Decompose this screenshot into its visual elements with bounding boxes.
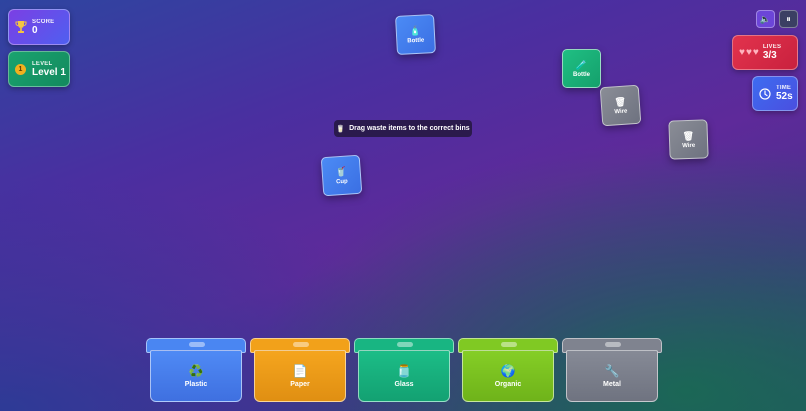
bottle-icon: 🧪 [575, 60, 588, 70]
recycle-icon: ♻️ [188, 364, 204, 378]
clock-icon [759, 87, 771, 100]
cup-icon: 🥛 [336, 125, 346, 133]
instruction-hint: 🥛 Drag waste items to the correct bins [334, 120, 472, 137]
cup-icon: 🥤 [335, 166, 348, 178]
score-value: 0 [32, 24, 38, 36]
lid-handle [189, 342, 205, 347]
bin-paper[interactable]: 📄 Paper [250, 338, 350, 403]
bin-body: 🫙 Glass [358, 350, 450, 402]
time-value: 52s [776, 91, 793, 102]
wire-icon: 🗑 [614, 96, 627, 108]
lid-handle [293, 342, 309, 347]
bin-metal[interactable]: 🔧 Metal [562, 338, 662, 403]
waste-item-bottle[interactable]: 🧴 Bottle [395, 14, 436, 55]
bin-label: Plastic [184, 381, 208, 388]
level-label: LEVEL [32, 60, 53, 67]
pause-button[interactable]: ⏸ [779, 10, 798, 28]
bin-organic[interactable]: 🌍 Organic [458, 338, 558, 403]
bin-body: ♻️ Plastic [150, 350, 242, 402]
score-label: SCORE [32, 18, 55, 25]
waste-item-cup[interactable]: 🥤 Cup [320, 154, 363, 197]
bin-body: 🔧 Metal [566, 350, 658, 402]
bottle-icon: 🧴 [409, 25, 422, 37]
waste-item-label: Wire [682, 142, 696, 150]
lid-handle [605, 342, 621, 347]
bin-body: 🌍 Organic [462, 350, 554, 402]
bin-label: Metal [603, 381, 621, 388]
waste-item-wire[interactable]: 🗑 Wire [599, 84, 642, 127]
waste-item-label: Bottle [407, 37, 425, 45]
time-panel: TIME 52s [752, 76, 798, 111]
lives-panel: ♥ ♥ ♥ LIVES 3/3 [732, 35, 798, 70]
bin-label: Organic [494, 381, 522, 388]
waste-item-wire[interactable]: 🗑 Wire [668, 119, 709, 160]
heart-icon: ♥ [739, 46, 745, 58]
lid-handle [397, 342, 413, 347]
sound-toggle-button[interactable]: 🔈 [756, 10, 775, 28]
lives-label: LIVES [762, 44, 782, 50]
lid-handle [501, 342, 517, 347]
score-panel: SCORE 0 [8, 9, 70, 45]
globe-icon: 🌍 [500, 364, 516, 378]
wrench-icon: 🔧 [604, 364, 620, 378]
hint-text: Drag waste items to the correct bins [349, 125, 470, 132]
heart-icon: ♥ [745, 46, 752, 58]
bin-glass[interactable]: 🫙 Glass [354, 338, 454, 403]
bin-plastic[interactable]: ♻️ Plastic [146, 338, 246, 403]
level-value: Level 1 [32, 66, 66, 78]
level-panel: 1 LEVEL Level 1 [8, 51, 70, 87]
jar-icon: 🫙 [396, 364, 412, 378]
level-badge-icon: 1 [15, 63, 26, 75]
heart-icon: ♥ [752, 46, 759, 58]
waste-item-label: Wire [614, 108, 628, 116]
document-icon: 📄 [292, 364, 308, 378]
time-label: TIME [776, 85, 792, 91]
trophy-icon [15, 21, 27, 33]
waste-item-label: Bottle [573, 72, 590, 78]
wire-icon: 🗑 [682, 130, 695, 142]
pause-icon: ⏸ [786, 13, 791, 24]
speaker-icon: 🔈 [759, 13, 772, 24]
bin-label: Paper [290, 381, 310, 388]
bin-body: 📄 Paper [254, 350, 346, 402]
hearts-row: ♥ ♥ ♥ [739, 46, 759, 58]
waste-item-label: Cup [335, 178, 348, 186]
waste-item-bottle[interactable]: 🧪 Bottle [562, 49, 601, 88]
bin-label: Glass [394, 381, 414, 388]
lives-value: 3/3 [762, 50, 777, 61]
